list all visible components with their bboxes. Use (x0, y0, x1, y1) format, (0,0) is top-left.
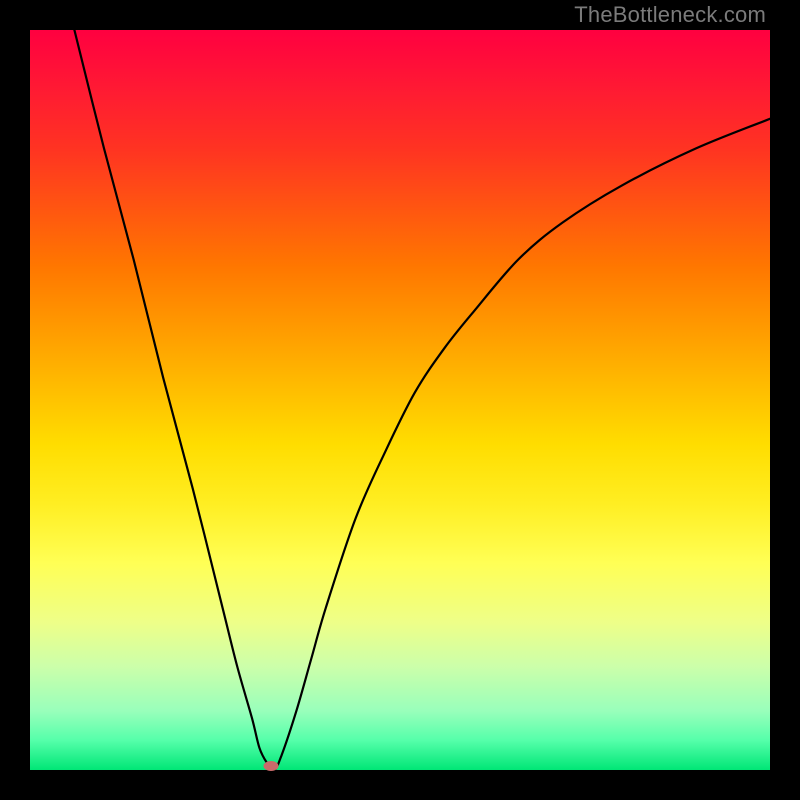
curve-svg (30, 30, 770, 770)
plot-area (30, 30, 770, 770)
minimum-dot (263, 761, 278, 771)
watermark-text: TheBottleneck.com (574, 2, 766, 28)
bottleneck-curve (74, 30, 770, 770)
chart-frame: TheBottleneck.com (0, 0, 800, 800)
